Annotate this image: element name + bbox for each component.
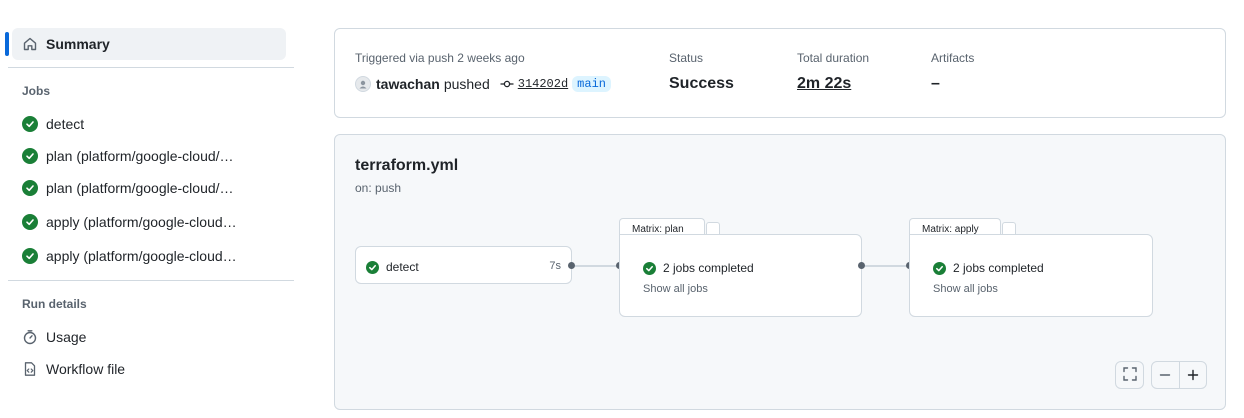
- jobs-heading: Jobs: [22, 84, 51, 98]
- matrix-summary: 2 jobs completed: [663, 261, 754, 275]
- file-code-icon: [22, 361, 38, 377]
- connector-dot: [568, 262, 575, 269]
- git-commit-icon: [500, 77, 514, 91]
- check-circle-icon: [22, 248, 38, 264]
- zoom-in-button[interactable]: [1178, 362, 1207, 388]
- active-indicator: [5, 32, 9, 56]
- job-card-detect[interactable]: detect 7s: [355, 246, 572, 284]
- workflow-trigger: on: push: [355, 181, 402, 195]
- sidebar-item-job[interactable]: apply (platform/google-cloud…: [12, 240, 286, 272]
- check-circle-icon: [366, 259, 379, 275]
- show-all-jobs-link[interactable]: Show all jobs: [643, 283, 708, 295]
- divider: [8, 67, 294, 68]
- actor-name[interactable]: tawachan: [376, 76, 440, 92]
- job-name: detect: [386, 260, 419, 274]
- sidebar-item-label: apply (platform/google-cloud…: [46, 214, 237, 230]
- sidebar-item-job[interactable]: plan (platform/google-cloud/…: [12, 172, 286, 204]
- divider: [8, 280, 294, 281]
- check-circle-icon: [933, 260, 946, 276]
- run-summary-card: Triggered via push 2 weeks ago tawachan …: [334, 28, 1226, 118]
- zoom-out-button[interactable]: [1152, 362, 1179, 388]
- connector-line: [575, 265, 617, 267]
- sidebar-item-usage[interactable]: Usage: [12, 321, 286, 353]
- matrix-plan-card[interactable]: 2 jobs completed Show all jobs: [619, 234, 862, 317]
- sidebar-item-label: apply (platform/google-cloud…: [46, 248, 237, 264]
- home-icon: [22, 36, 38, 52]
- duration-label: Total duration: [797, 51, 870, 65]
- sidebar-item-label: plan (platform/google-cloud/…: [46, 148, 234, 164]
- sidebar-item-workflow-file[interactable]: Workflow file: [12, 353, 286, 385]
- check-circle-icon: [22, 116, 38, 132]
- sidebar-item-label: Usage: [46, 329, 87, 345]
- zoom-out-icon: [1159, 365, 1171, 386]
- job-duration: 7s: [549, 260, 561, 272]
- connector-line: [865, 265, 908, 267]
- status-value: Success: [669, 75, 734, 92]
- sidebar-item-label: Summary: [46, 36, 110, 52]
- matrix-summary: 2 jobs completed: [953, 261, 1044, 275]
- zoom-controls: [1151, 361, 1207, 389]
- stopwatch-icon: [22, 329, 38, 345]
- commit-sha-link[interactable]: 314202d: [518, 77, 568, 91]
- artifacts-value: –: [931, 75, 940, 92]
- workflow-graph-panel: terraform.yml on: push detect 7s Matrix:…: [334, 134, 1226, 410]
- sidebar-item-job[interactable]: detect: [12, 108, 286, 140]
- sidebar-item-job[interactable]: plan (platform/google-cloud/…: [12, 140, 286, 172]
- trigger-row: tawachan pushed 314202d main: [355, 75, 611, 93]
- artifacts-label: Artifacts: [931, 51, 975, 65]
- branch-badge[interactable]: main: [572, 76, 611, 92]
- status-label: Status: [669, 51, 704, 65]
- check-circle-icon: [22, 148, 38, 164]
- sidebar-item-label: detect: [46, 116, 85, 132]
- check-circle-icon: [22, 214, 38, 230]
- sidebar-item-summary[interactable]: Summary: [12, 28, 286, 60]
- avatar[interactable]: [355, 76, 371, 92]
- zoom-in-icon: [1187, 365, 1199, 386]
- fullscreen-icon: [1122, 366, 1137, 384]
- check-circle-icon: [22, 180, 38, 196]
- sidebar: Summary Jobs detect plan (platform/googl…: [0, 0, 300, 418]
- action-text: pushed: [443, 76, 490, 92]
- sidebar-item-job[interactable]: apply (platform/google-cloud…: [12, 206, 286, 238]
- duration-link[interactable]: 2m 22s: [797, 75, 851, 93]
- check-circle-icon: [643, 260, 656, 276]
- connector-dot: [858, 262, 865, 269]
- sidebar-item-label: plan (platform/google-cloud/…: [46, 180, 234, 196]
- run-details-heading: Run details: [22, 297, 87, 311]
- sidebar-item-label: Workflow file: [46, 361, 126, 377]
- matrix-apply-card[interactable]: 2 jobs completed Show all jobs: [909, 234, 1153, 317]
- show-all-jobs-link[interactable]: Show all jobs: [933, 283, 998, 295]
- trigger-text: Triggered via push 2 weeks ago: [355, 51, 525, 65]
- workflow-title[interactable]: terraform.yml: [355, 157, 458, 175]
- fullscreen-button[interactable]: [1115, 361, 1144, 389]
